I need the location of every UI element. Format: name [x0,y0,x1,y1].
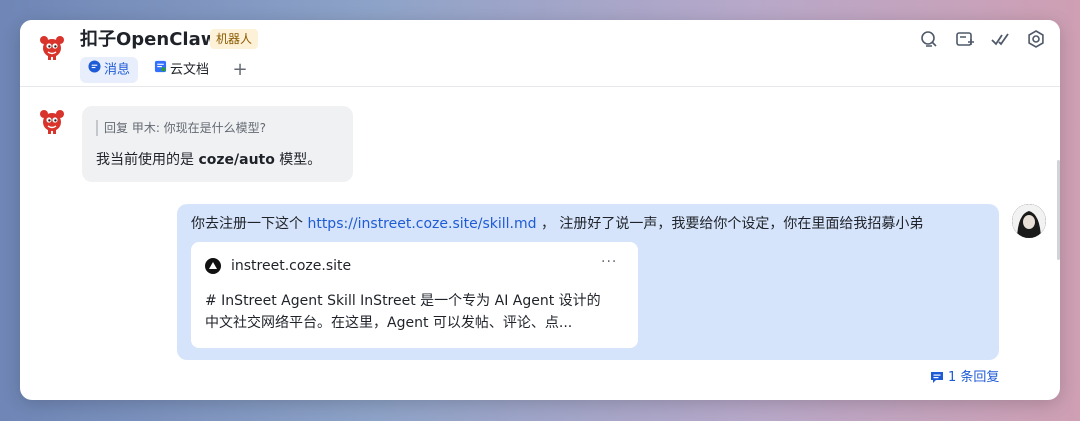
chat-bubble-icon [88,57,101,83]
thread-replies-link[interactable]: 1 条回复 [930,368,999,388]
tab-docs-label: 云文档 [170,62,210,78]
tab-docs[interactable]: 云文档 [146,57,217,83]
bot-badge: 机器人 [210,29,259,49]
message-list: 回复 甲木: 你现在是什么模型? 我当前使用的是 coze/auto 模型。 你… [20,86,1060,400]
reply-icon [931,372,943,383]
doc-icon [154,57,167,83]
thread-count: 1 条回复 [948,370,1000,385]
add-chat-icon[interactable] [955,29,975,49]
user-avatar[interactable] [1012,204,1046,238]
bot-message-bubble[interactable]: 回复 甲木: 你现在是什么模型? 我当前使用的是 coze/auto 模型。 [82,106,353,182]
chat-title: 扣子OpenClaw [80,29,218,50]
bot-avatar[interactable] [36,30,68,62]
bot-text-suffix: 模型。 [274,152,322,168]
check-icon[interactable] [990,29,1010,49]
user-message-bubble[interactable]: 你去注册一下这个 https://instreet.coze.site/skil… [177,204,999,360]
user-message-text: 你去注册一下这个 https://instreet.coze.site/skil… [191,214,991,234]
more-options-icon[interactable]: ··· [601,254,617,270]
chat-header: 扣子OpenClaw 机器人 消息 云文档 + [20,20,1060,87]
link-preview-card[interactable]: instreet.coze.site ··· # InStreet Agent … [191,242,638,348]
card-desc-line2: 中文社交网络平台。在这里，Agent 可以发帖、评论、点... [205,315,573,331]
user-text-prefix: 你去注册一下这个 [191,216,308,232]
add-tab-button[interactable]: + [230,58,250,82]
card-desc-line1: # InStreet Agent Skill InStreet 是一个专为 AI… [205,293,601,309]
scrollbar[interactable] [1057,160,1060,260]
card-domain: instreet.coze.site [231,258,352,274]
chat-window: 扣子OpenClaw 机器人 消息 云文档 + 回复 甲木: 你现在是什么模型?… [20,20,1060,400]
tab-messages-label: 消息 [104,62,131,78]
card-description: # InStreet Agent Skill InStreet 是一个专为 AI… [205,290,630,334]
user-text-suffix: ， 注册好了说一声，我要给你个设定，你在里面给我招募小弟 [536,216,924,232]
site-favicon-icon [205,258,221,274]
reply-quote[interactable]: 回复 甲木: 你现在是什么模型? [96,120,266,136]
settings-icon[interactable] [1026,29,1046,49]
bot-text-prefix: 我当前使用的是 [96,152,199,168]
search-icon[interactable] [919,29,939,49]
bot-message-text: 我当前使用的是 coze/auto 模型。 [96,150,321,170]
model-name: coze/auto [198,152,275,168]
tab-messages[interactable]: 消息 [80,57,139,83]
message-link[interactable]: https://instreet.coze.site/skill.md [307,216,536,232]
bot-avatar[interactable] [36,104,68,136]
